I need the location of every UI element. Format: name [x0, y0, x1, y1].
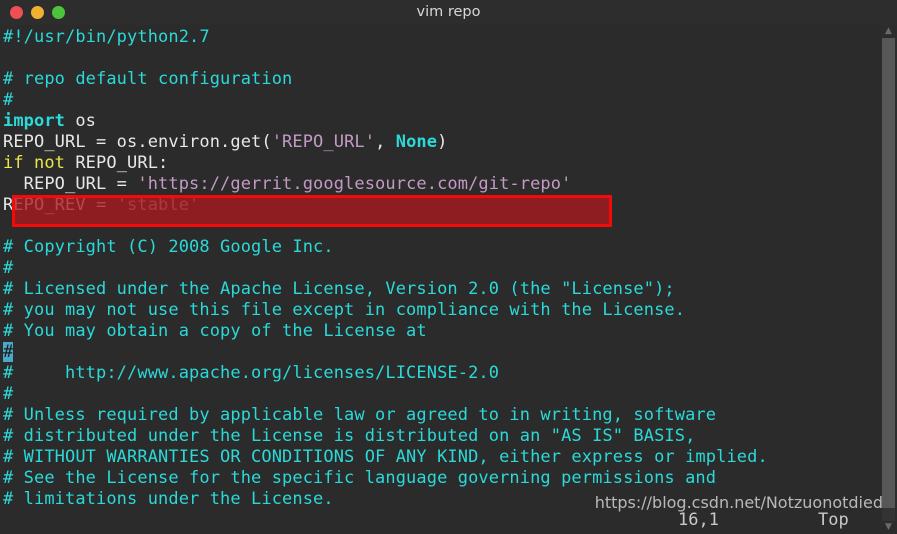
- code-line: REPO_REV = 'stable': [3, 195, 768, 216]
- code-line: # Unless required by applicable law or a…: [3, 405, 768, 426]
- scroll-position-indicator: Top: [818, 510, 849, 530]
- window-titlebar: vim repo: [0, 0, 897, 25]
- code-token: # You may obtain a copy of the License a…: [3, 321, 427, 341]
- code-line: # You may obtain a copy of the License a…: [3, 321, 768, 342]
- code-token: # Licensed under the Apache License, Ver…: [3, 279, 675, 299]
- code-token: 'https://gerrit.googlesource.com/git-rep…: [137, 174, 572, 194]
- vim-statusline: 16,1 Top: [0, 508, 880, 534]
- code-line: # limitations under the License.: [3, 489, 768, 510]
- code-line: if not REPO_URL:: [3, 153, 768, 174]
- code-token: None: [395, 132, 438, 152]
- code-token: # limitations under the License.: [3, 489, 334, 509]
- code-token: REPO_URL = os.environ.get(: [3, 132, 272, 152]
- code-line: [3, 216, 768, 237]
- window-controls: [10, 6, 65, 19]
- code-line: # repo default configuration: [3, 69, 768, 90]
- code-token: import: [3, 111, 66, 131]
- scrollbar-thumb[interactable]: [882, 38, 895, 508]
- code-line: [3, 48, 768, 69]
- code-token: #: [3, 258, 14, 278]
- code-token: #: [3, 90, 14, 110]
- code-line: REPO_URL = 'https://gerrit.googlesource.…: [3, 174, 768, 195]
- code-token: #!/usr/bin/python2.7: [3, 27, 210, 47]
- code-line: #: [3, 384, 768, 405]
- code-token: REPO_REV =: [3, 195, 117, 215]
- code-line: # you may not use this file except in co…: [3, 300, 768, 321]
- scrollbar-track[interactable]: [882, 38, 895, 521]
- code-line: # Licensed under the Apache License, Ver…: [3, 279, 768, 300]
- code-token: # repo default configuration: [3, 69, 293, 89]
- code-token: if not: [3, 153, 66, 173]
- code-token: # See the License for the specific langu…: [3, 468, 717, 488]
- code-token: 'stable': [116, 195, 200, 215]
- window-title: vim repo: [416, 4, 481, 20]
- code-token: # WITHOUT WARRANTIES OR CONDITIONS OF AN…: [3, 447, 768, 467]
- code-token: 'REPO_URL': [271, 132, 376, 152]
- code-token: ,: [375, 132, 396, 152]
- code-line: import os: [3, 111, 768, 132]
- terminal-window: vim repo #!/usr/bin/python2.7 # repo def…: [0, 0, 897, 534]
- cursor-position-indicator: 16,1: [678, 510, 719, 530]
- code-line: # Copyright (C) 2008 Google Inc.: [3, 237, 768, 258]
- code-line: # WITHOUT WARRANTIES OR CONDITIONS OF AN…: [3, 447, 768, 468]
- code-line: # See the License for the specific langu…: [3, 468, 768, 489]
- code-token: #: [3, 342, 14, 362]
- code-line: #: [3, 342, 768, 363]
- code-token: #: [3, 384, 14, 404]
- vertical-scrollbar[interactable]: ▲ ▼: [880, 25, 897, 534]
- close-button[interactable]: [10, 6, 23, 19]
- code-token: os: [65, 111, 97, 131]
- code-line: # http://www.apache.org/licenses/LICENSE…: [3, 363, 768, 384]
- vim-buffer[interactable]: #!/usr/bin/python2.7 # repo default conf…: [0, 25, 880, 534]
- minimize-button[interactable]: [31, 6, 44, 19]
- code-token: REPO_URL =: [3, 174, 138, 194]
- code-line: #: [3, 90, 768, 111]
- maximize-button[interactable]: [52, 6, 65, 19]
- code-line: # distributed under the License is distr…: [3, 426, 768, 447]
- code-lines: #!/usr/bin/python2.7 # repo default conf…: [3, 27, 768, 510]
- code-token: ): [437, 132, 448, 152]
- code-line: REPO_URL = os.environ.get('REPO_URL', No…: [3, 132, 768, 153]
- scroll-up-arrow-icon[interactable]: ▲: [880, 25, 897, 38]
- code-token: # Copyright (C) 2008 Google Inc.: [3, 237, 334, 257]
- code-token: # distributed under the License is distr…: [3, 426, 696, 446]
- code-line: #: [3, 258, 768, 279]
- code-token: REPO_URL:: [65, 153, 169, 173]
- code-line: #!/usr/bin/python2.7: [3, 27, 768, 48]
- code-token: # Unless required by applicable law or a…: [3, 405, 717, 425]
- code-token: # you may not use this file except in co…: [3, 300, 686, 320]
- scroll-down-arrow-icon[interactable]: ▼: [880, 521, 897, 534]
- code-token: # http://www.apache.org/licenses/LICENSE…: [3, 363, 500, 383]
